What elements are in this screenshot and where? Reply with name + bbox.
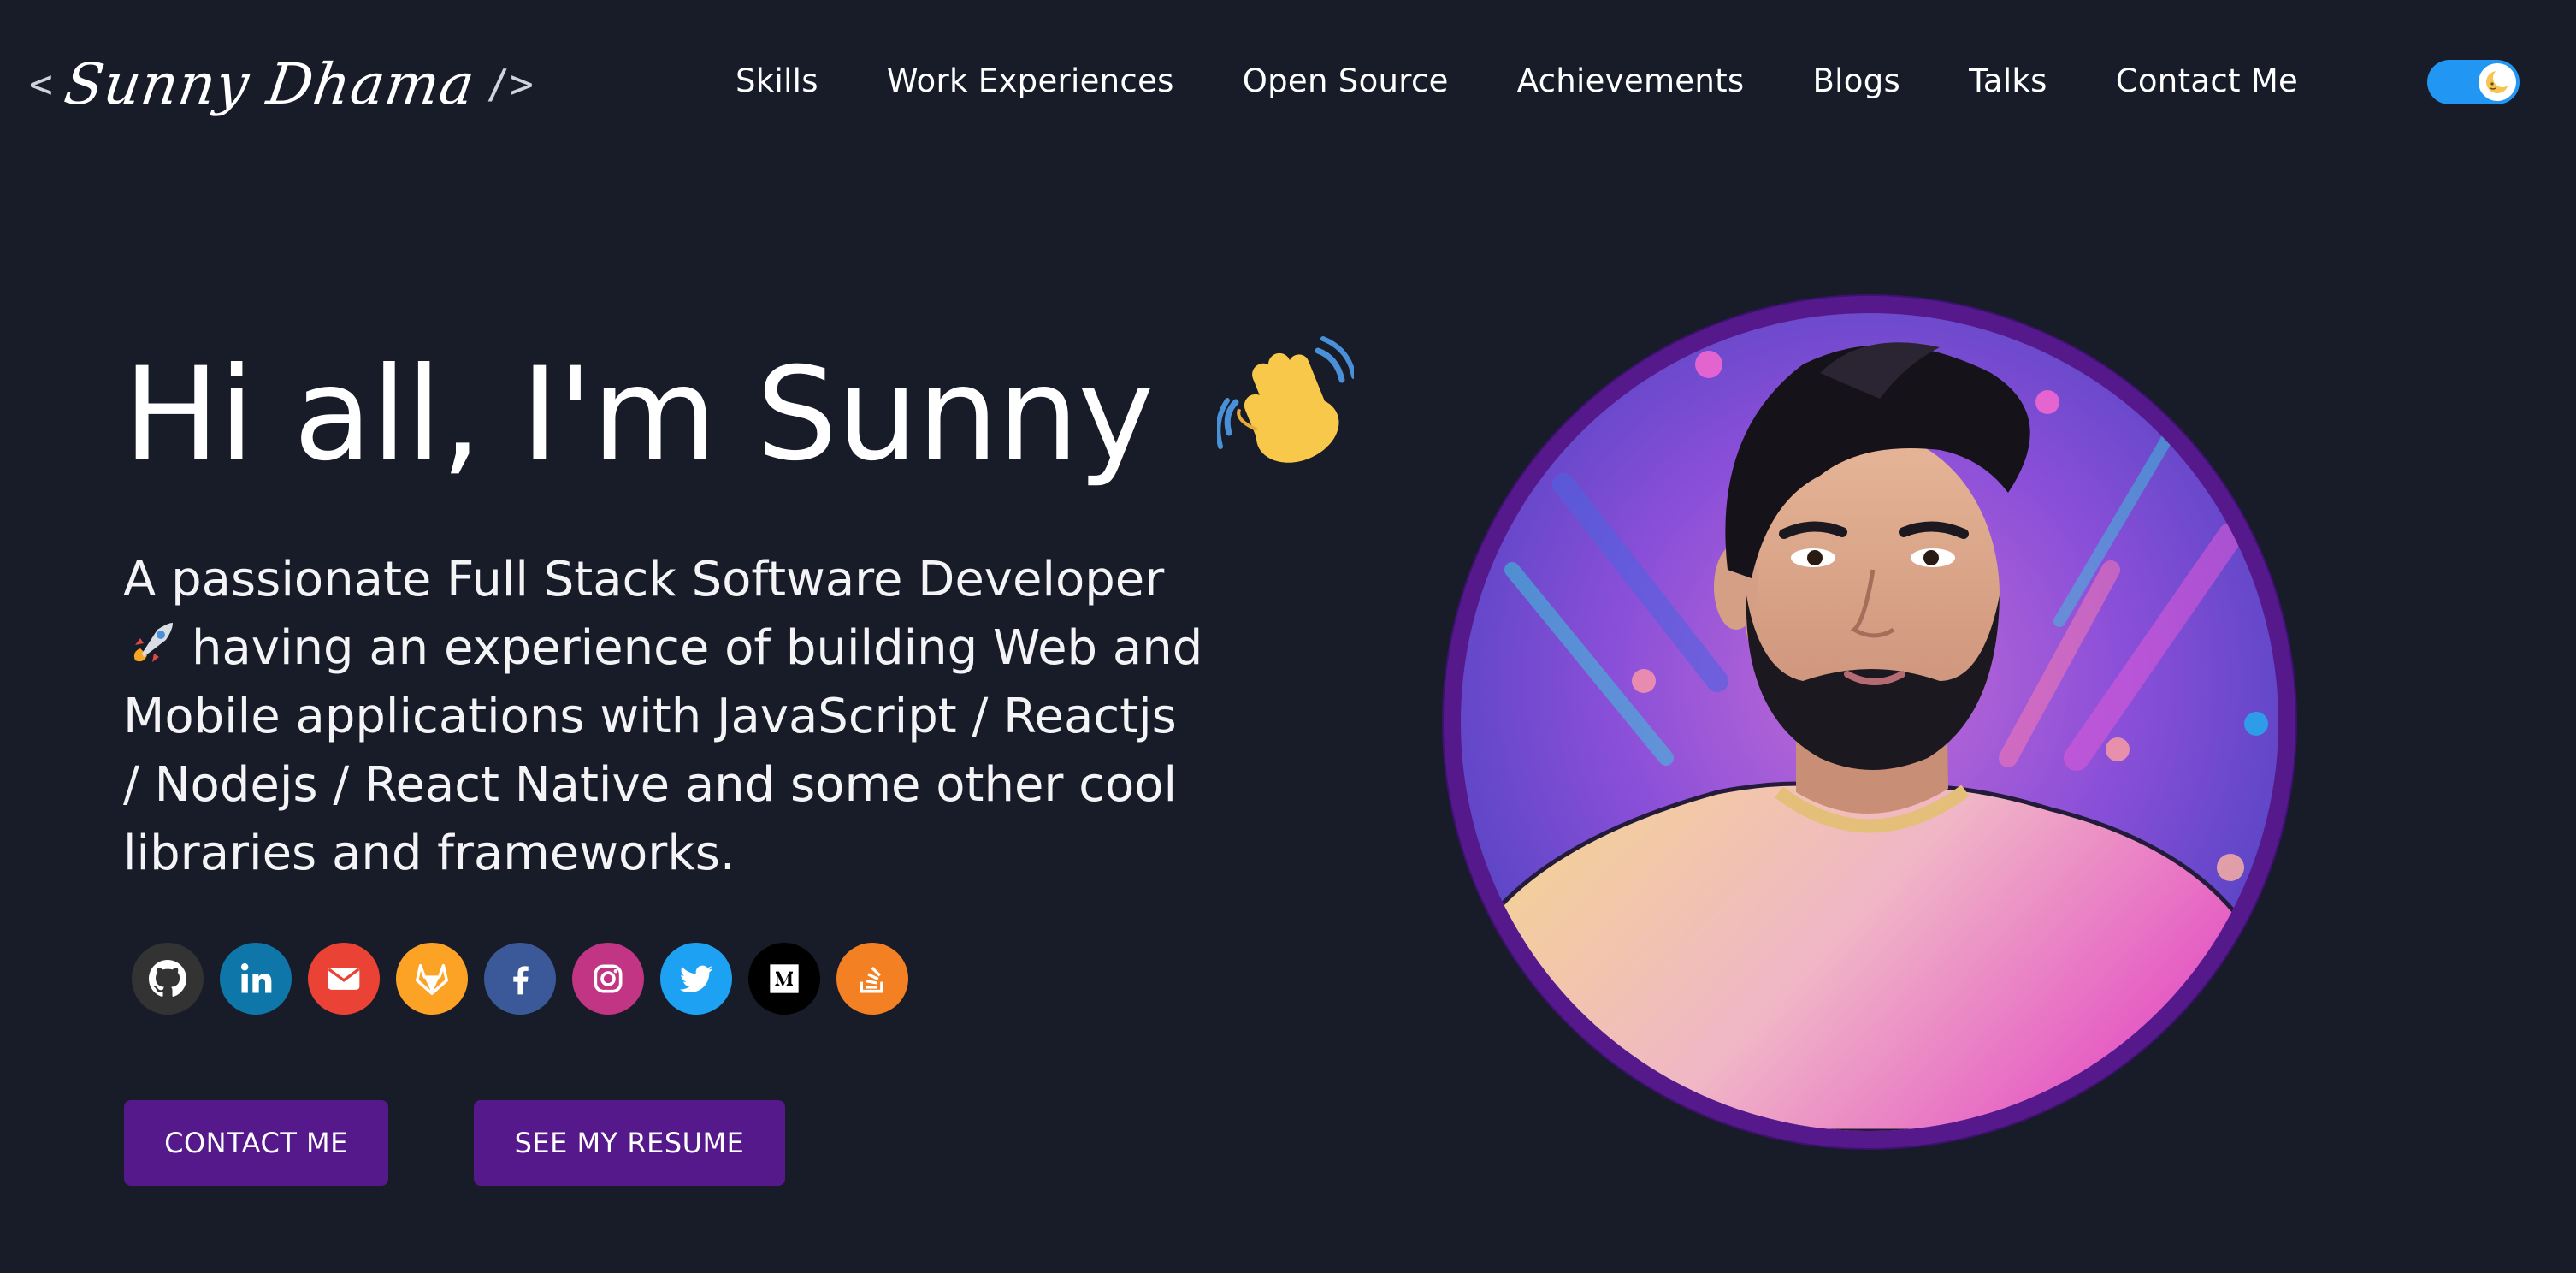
logo-open-bracket: < [29, 61, 53, 107]
hero-greeting: Hi all, I'm Sunny [123, 332, 1356, 489]
subtitle-line-4: / Nodejs / React Native and some other c… [123, 757, 1178, 813]
moon-icon [2486, 68, 2512, 93]
instagram-icon [594, 964, 623, 993]
subtitle-line-5: libraries and frameworks. [123, 826, 736, 881]
waving-hand-icon [1215, 336, 1356, 463]
stackoverflow-icon [860, 967, 883, 993]
profile-portrait [1444, 296, 2295, 1148]
medium-link[interactable] [748, 943, 820, 1015]
facebook-link[interactable] [484, 943, 556, 1015]
github-link[interactable] [132, 943, 204, 1015]
toggle-knob [2479, 63, 2516, 101]
greeting-text: Hi all, I'm Sunny [123, 340, 1154, 489]
logo-close-bracket: /> [486, 61, 534, 107]
medium-icon [770, 964, 799, 993]
email-link[interactable] [308, 943, 380, 1015]
stackoverflow-link[interactable] [836, 943, 908, 1015]
nav-open-source[interactable]: Open Source [1243, 62, 1449, 99]
github-icon [149, 960, 186, 997]
page: < Sunny Dhama /> Skills Work Experiences… [0, 0, 2576, 1273]
hero-subtitle: A passionate Full Stack Software Develop… [123, 546, 1303, 888]
email-icon [328, 968, 360, 990]
logo[interactable]: < Sunny Dhama /> [29, 33, 534, 135]
nav-talks[interactable]: Talks [1969, 62, 2047, 99]
profile-illustration [1461, 313, 2278, 1131]
theme-toggle[interactable] [2427, 60, 2520, 104]
facebook-icon [513, 966, 529, 995]
nav-skills[interactable]: Skills [736, 62, 818, 99]
twitter-link[interactable] [660, 943, 732, 1015]
see-my-resume-button[interactable]: SEE MY RESUME [474, 1100, 785, 1186]
gitlab-link[interactable] [396, 943, 468, 1015]
subtitle-line-2: having an experience of building Web and [192, 620, 1203, 676]
linkedin-link[interactable] [220, 943, 292, 1015]
gitlab-icon [416, 963, 448, 995]
nav-contact-me[interactable]: Contact Me [2116, 62, 2298, 99]
rocket-icon [133, 623, 173, 662]
subtitle-line-1: A passionate Full Stack Software Develop… [123, 552, 1165, 607]
logo-name: Sunny Dhama [60, 50, 479, 117]
main-nav: Skills Work Experiences Open Source Achi… [736, 51, 2298, 110]
nav-work-experiences[interactable]: Work Experiences [887, 62, 1174, 99]
contact-me-button[interactable]: CONTACT ME [124, 1100, 388, 1186]
instagram-link[interactable] [572, 943, 644, 1015]
nav-blogs[interactable]: Blogs [1813, 62, 1901, 99]
social-links [132, 943, 908, 1015]
nav-achievements[interactable]: Achievements [1517, 62, 1745, 99]
linkedin-icon [240, 963, 272, 993]
twitter-icon [679, 965, 713, 992]
subtitle-line-3: Mobile applications with JavaScript / Re… [123, 689, 1177, 744]
